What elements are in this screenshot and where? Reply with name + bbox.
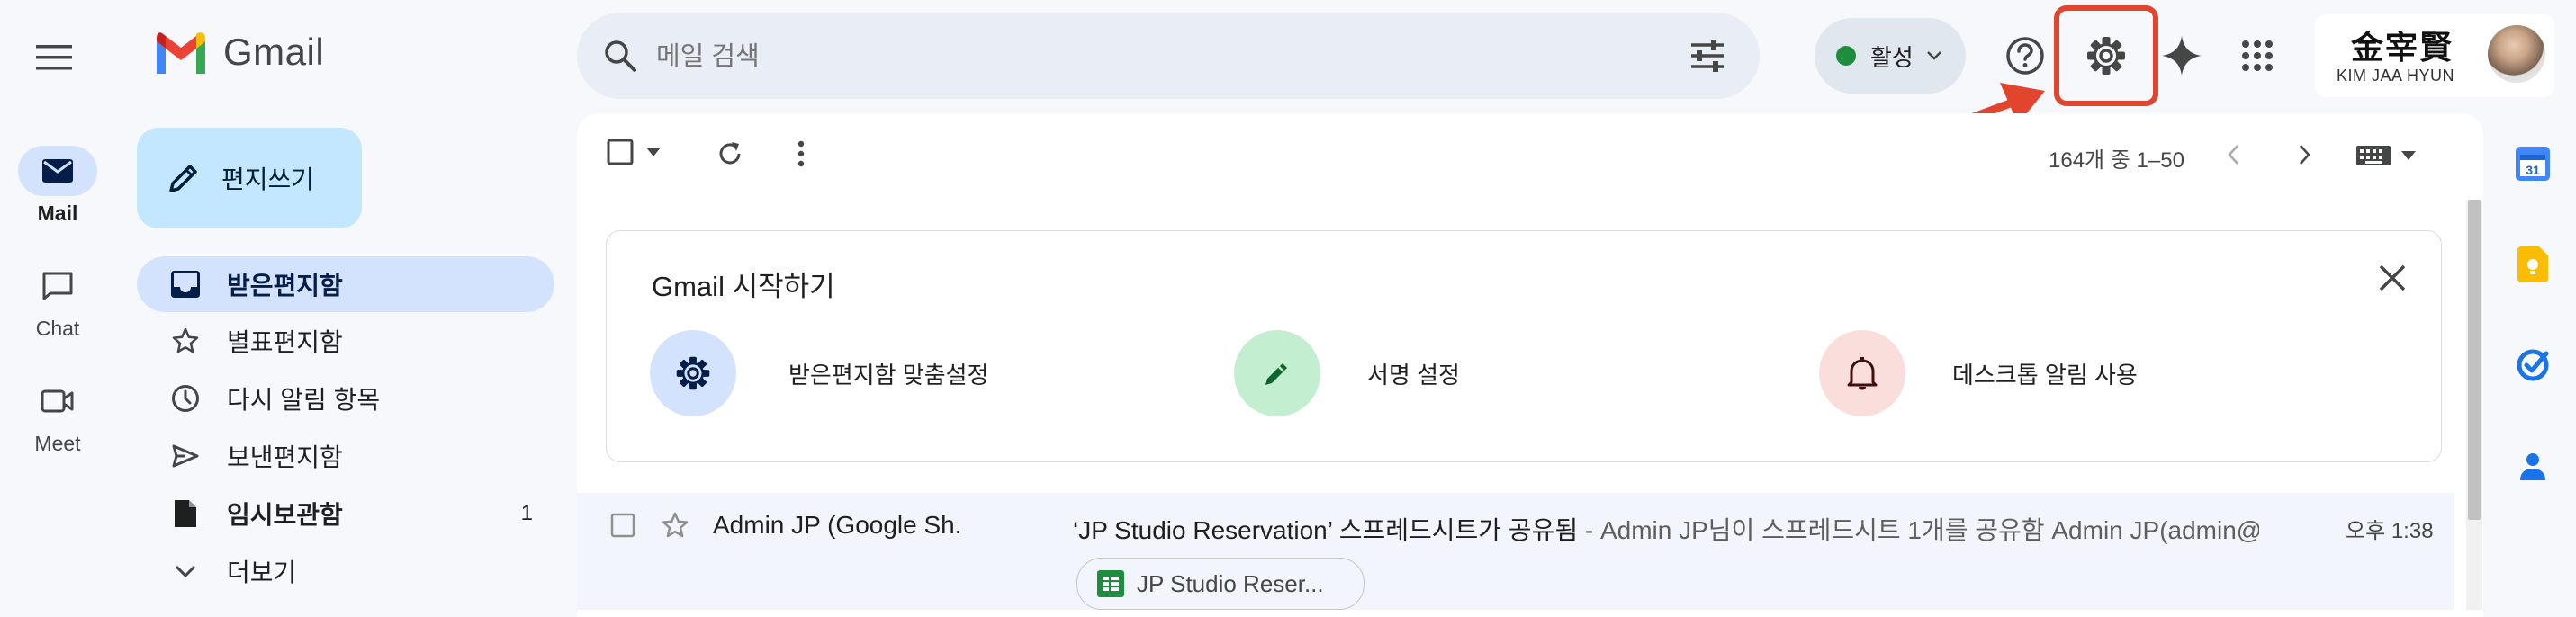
svg-text:31: 31 xyxy=(2526,163,2540,177)
nav-label-snoozed: 다시 알림 항목 xyxy=(227,386,381,414)
nav-label-more: 더보기 xyxy=(227,559,297,586)
star-icon[interactable] xyxy=(661,511,689,540)
status-dot xyxy=(1836,46,1856,66)
scrollbar-thumb[interactable] xyxy=(2468,200,2481,520)
video-icon xyxy=(18,376,97,426)
setup-label-signature: 서명 설정 xyxy=(1367,361,1460,389)
keep-app-button[interactable] xyxy=(2511,243,2554,286)
more-vert-icon[interactable] xyxy=(796,140,806,167)
rail-item-meet[interactable]: Meet xyxy=(0,376,115,456)
attachment-label: JP Studio Reser... xyxy=(1137,569,1324,597)
nav-item-snoozed[interactable]: 다시 알림 항목 xyxy=(137,371,554,426)
gear-icon xyxy=(650,330,736,416)
send-icon xyxy=(166,443,205,469)
attachment-chip[interactable]: JP Studio Reser... xyxy=(1076,558,1365,610)
search-bar[interactable] xyxy=(577,13,1760,101)
star-icon xyxy=(166,326,205,355)
apps-grid-icon xyxy=(2242,40,2273,71)
email-subject: ‘JP Studio Reservation’ 스프레드시트가 공유됨 xyxy=(1073,516,1579,544)
tasks-check-icon xyxy=(2517,349,2549,381)
rail-label-chat: Chat xyxy=(35,317,80,340)
sparkle-icon xyxy=(2162,36,2202,76)
mail-icon xyxy=(18,146,97,196)
rail-label-meet: Meet xyxy=(34,432,81,455)
bell-icon xyxy=(1819,330,1905,416)
setup-item-signature[interactable]: 서명 설정 xyxy=(1234,330,1460,416)
refresh-icon[interactable] xyxy=(716,140,743,167)
account-brand-hanja: 金宰賢 xyxy=(2351,29,2454,67)
nav-label-drafts: 임시보관함 xyxy=(227,501,343,529)
calendar-app-button[interactable]: 31 xyxy=(2511,142,2554,185)
compose-label: 편지쓰기 xyxy=(221,165,315,193)
nav-item-starred[interactable]: 별표편지함 xyxy=(137,313,554,369)
rail-item-mail[interactable]: Mail xyxy=(0,146,115,226)
rail-label-mail: Mail xyxy=(37,201,78,225)
email-sender: Admin JP (Google Sh. xyxy=(713,511,962,539)
gmail-logo[interactable]: Gmail xyxy=(153,31,324,74)
pagination-text: 164개 중 1–50 xyxy=(2049,148,2184,173)
status-label: 활성 xyxy=(1870,43,1914,71)
chevron-right-icon[interactable] xyxy=(2299,144,2311,165)
sheets-icon xyxy=(1097,570,1124,597)
setup-item-inbox-customize[interactable]: 받은편지함 맞춤설정 xyxy=(650,330,989,416)
settings-highlight-box xyxy=(2054,5,2158,106)
nav-item-sent[interactable]: 보낸편지함 xyxy=(137,428,554,484)
caret-down-icon xyxy=(2401,151,2416,160)
select-all-control[interactable] xyxy=(607,139,661,165)
clock-icon xyxy=(166,384,205,413)
nav-label-sent: 보낸편지함 xyxy=(227,443,343,471)
nav-item-drafts[interactable]: 임시보관함 1 xyxy=(137,486,554,541)
account-brand-name: KIM JAA HYUN xyxy=(2337,67,2455,85)
email-subject-line: ‘JP Studio Reservation’ 스프레드시트가 공유됨 - Ad… xyxy=(1073,511,2259,547)
chevron-down-icon xyxy=(1926,51,1941,60)
search-input[interactable] xyxy=(654,13,1558,101)
pencil-icon xyxy=(169,165,197,192)
drafts-count: 1 xyxy=(520,501,533,525)
tasks-app-button[interactable] xyxy=(2511,344,2554,387)
chevron-down-icon xyxy=(166,564,205,578)
chat-icon xyxy=(18,261,97,311)
nav-item-more[interactable]: 더보기 xyxy=(137,543,554,599)
chevron-left-icon[interactable] xyxy=(2227,144,2239,165)
setup-label-desktop-notifications: 데스크톱 알림 사용 xyxy=(1952,361,2138,389)
setup-label-inbox-customize: 받은편지함 맞춤설정 xyxy=(788,361,989,389)
account-switcher[interactable]: 金宰賢 KIM JAA HYUN xyxy=(2315,14,2554,97)
main-menu-button[interactable] xyxy=(32,36,76,79)
avatar[interactable] xyxy=(2488,25,2545,83)
checkbox-icon[interactable] xyxy=(610,513,635,538)
contacts-app-button[interactable] xyxy=(2511,444,2554,487)
gmail-logo-text: Gmail xyxy=(223,31,325,73)
email-time: 오후 1:38 xyxy=(2346,519,2434,543)
checkbox-icon[interactable] xyxy=(607,139,634,165)
apps-button[interactable] xyxy=(2225,23,2290,88)
nav-item-inbox[interactable]: 받은편지함 xyxy=(137,256,554,312)
gmail-m-icon xyxy=(157,32,205,74)
search-icon[interactable] xyxy=(602,38,638,74)
email-snippet: - Admin JP님이 스프레드시트 1개를 공유함 Admin JP(adm… xyxy=(1578,516,2259,544)
calendar-icon: 31 xyxy=(2516,147,2550,181)
setup-card: Gmail 시작하기 받은편지함 맞춤설정 서명 설정 데스크톱 알림 사용 xyxy=(606,230,2442,462)
nav-label-inbox: 받은편지함 xyxy=(227,272,343,300)
caret-down-icon[interactable] xyxy=(646,148,661,156)
gemini-button[interactable] xyxy=(2149,23,2214,88)
nav-label-starred: 별표편지함 xyxy=(227,328,343,356)
setup-title: Gmail 시작하기 xyxy=(652,271,835,302)
pen-icon xyxy=(1234,330,1320,416)
input-tools-button[interactable] xyxy=(2356,146,2416,165)
contacts-person-icon xyxy=(2520,453,2545,480)
compose-button[interactable]: 편지쓰기 xyxy=(137,128,362,228)
setup-item-desktop-notifications[interactable]: 데스크톱 알림 사용 xyxy=(1819,330,2138,416)
hamburger-menu-icon xyxy=(36,45,72,70)
draft-icon xyxy=(166,498,205,529)
keep-bulb-icon xyxy=(2517,246,2548,282)
keyboard-icon xyxy=(2356,146,2391,165)
search-options-icon[interactable] xyxy=(1689,40,1725,72)
inbox-icon xyxy=(166,271,205,298)
close-icon[interactable] xyxy=(2378,264,2407,292)
rail-item-chat[interactable]: Chat xyxy=(0,261,115,341)
help-icon xyxy=(2006,37,2044,75)
